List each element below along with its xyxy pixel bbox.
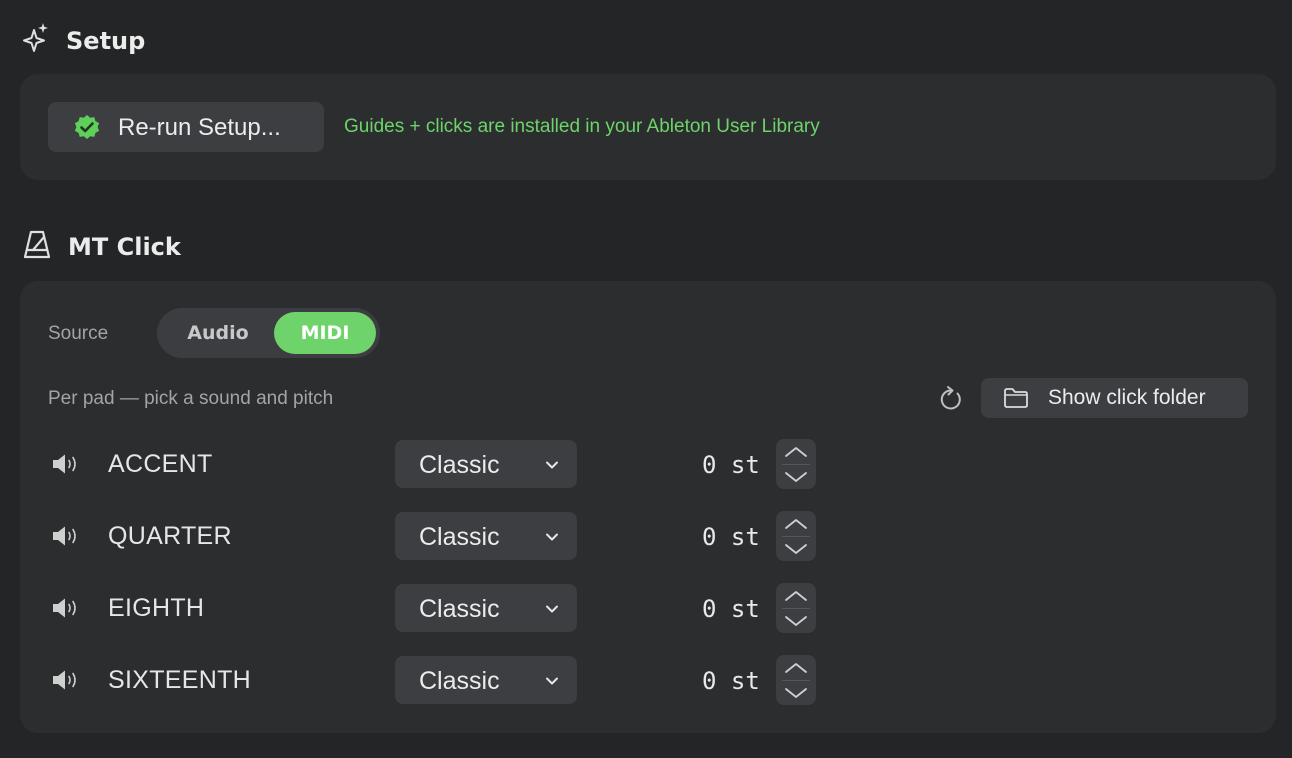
source-option-audio[interactable]: Audio	[161, 312, 275, 354]
pitch-down-button[interactable]	[776, 536, 816, 561]
pad-row-sixteenth: SIXTEENTH Classic 0 st	[20, 655, 1276, 705]
chevron-down-icon	[785, 615, 807, 626]
pitch-stepper	[776, 439, 816, 489]
source-toggle: Audio MIDI	[157, 308, 380, 358]
chevron-up-icon	[785, 590, 807, 601]
source-option-midi[interactable]: MIDI	[274, 312, 376, 354]
setup-title: Setup	[66, 26, 146, 55]
metronome-icon	[22, 228, 52, 265]
chevron-up-icon	[785, 518, 807, 529]
setup-status-text: Guides + clicks are installed in your Ab…	[344, 116, 820, 137]
chevron-up-icon	[785, 446, 807, 457]
chevron-down-icon	[785, 687, 807, 698]
sound-select-value: Classic	[419, 523, 500, 551]
pitch-stepper	[776, 511, 816, 561]
folder-icon	[1003, 387, 1029, 414]
pitch-down-button[interactable]	[776, 608, 816, 633]
speaker-icon[interactable]	[50, 596, 82, 625]
rerun-setup-label: Re-run Setup...	[118, 114, 281, 141]
pitch-value: 0 st	[702, 595, 760, 623]
pitch-up-button[interactable]	[776, 655, 816, 680]
pitch-down-button[interactable]	[776, 464, 816, 489]
speaker-icon[interactable]	[50, 452, 82, 481]
source-label: Source	[48, 323, 109, 344]
sound-select[interactable]: Classic	[395, 440, 577, 488]
sound-select-value: Classic	[419, 667, 500, 695]
pitch-stepper	[776, 583, 816, 633]
chevron-down-icon	[545, 529, 559, 547]
mt-click-header: MT Click	[22, 228, 181, 265]
pad-name: ACCENT	[108, 450, 213, 478]
pad-name: QUARTER	[108, 522, 232, 550]
show-click-folder-label: Show click folder	[1048, 386, 1206, 409]
sparkles-icon	[22, 22, 50, 59]
pitch-up-button[interactable]	[776, 583, 816, 608]
pitch-up-button[interactable]	[776, 511, 816, 536]
pad-row-eighth: EIGHTH Classic 0 st	[20, 583, 1276, 633]
pad-hint-text: Per pad — pick a sound and pitch	[48, 388, 334, 409]
mt-click-card: Source Audio MIDI Per pad — pick a sound…	[20, 281, 1276, 733]
sound-select-value: Classic	[419, 595, 500, 623]
chevron-down-icon	[545, 673, 559, 691]
refresh-icon[interactable]	[937, 384, 965, 419]
pad-name: SIXTEENTH	[108, 666, 251, 694]
show-click-folder-button[interactable]: Show click folder	[981, 378, 1248, 418]
pitch-value: 0 st	[702, 523, 760, 551]
sound-select[interactable]: Classic	[395, 512, 577, 560]
rerun-setup-button[interactable]: Re-run Setup...	[48, 102, 324, 152]
setup-header: Setup	[22, 22, 145, 59]
pitch-value: 0 st	[702, 451, 760, 479]
chevron-down-icon	[545, 601, 559, 619]
sound-select[interactable]: Classic	[395, 656, 577, 704]
pitch-stepper	[776, 655, 816, 705]
pad-row-quarter: QUARTER Classic 0 st	[20, 511, 1276, 561]
chevron-down-icon	[785, 471, 807, 482]
pitch-down-button[interactable]	[776, 680, 816, 705]
speaker-icon[interactable]	[50, 668, 82, 697]
setup-card: Re-run Setup... Guides + clicks are inst…	[20, 74, 1276, 180]
pitch-up-button[interactable]	[776, 439, 816, 464]
sound-select-value: Classic	[419, 451, 500, 479]
pitch-value: 0 st	[702, 667, 760, 695]
mt-click-title: MT Click	[68, 232, 181, 261]
chevron-down-icon	[545, 457, 559, 475]
verified-check-icon	[72, 112, 102, 147]
chevron-up-icon	[785, 662, 807, 673]
pad-row-accent: ACCENT Classic 0 st	[20, 439, 1276, 489]
sound-select[interactable]: Classic	[395, 584, 577, 632]
speaker-icon[interactable]	[50, 524, 82, 553]
pad-name: EIGHTH	[108, 594, 205, 622]
chevron-down-icon	[785, 543, 807, 554]
